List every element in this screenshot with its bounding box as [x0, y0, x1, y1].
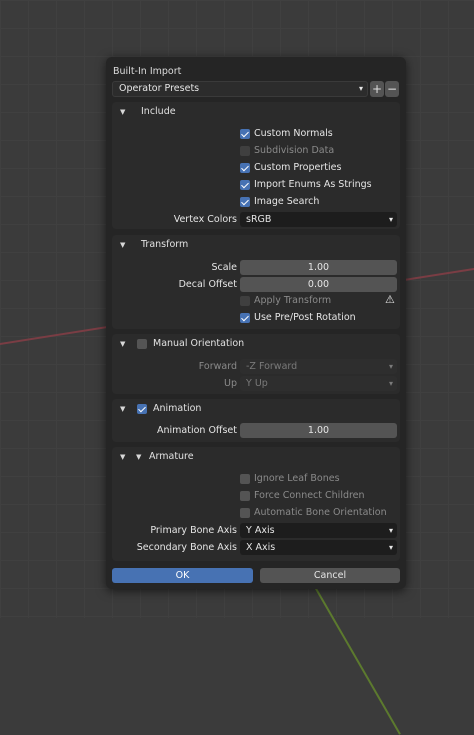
secondary-bone-axis-label: Secondary Bone Axis — [136, 542, 237, 553]
include-panel: ▼ Include Custom Normals Subdivision Dat… — [112, 102, 400, 229]
animation-panel-title: Animation — [153, 403, 202, 414]
custom-normals-label: Custom Normals — [254, 128, 333, 139]
operator-presets-row: Operator Presets ▾ + − — [112, 81, 400, 97]
checkbox-box — [240, 491, 250, 501]
chevron-down-icon: ▾ — [388, 543, 393, 552]
checkbox-box — [240, 296, 250, 306]
decal-offset-label: Decal Offset — [178, 279, 237, 290]
animation-panel-header[interactable]: ▼ Animation — [112, 399, 400, 419]
secondary-bone-axis-select[interactable]: X Axis ▾ — [240, 540, 397, 555]
transform-panel-header[interactable]: ▼ Transform — [112, 235, 400, 255]
operator-presets-label: Operator Presets — [119, 83, 200, 94]
cancel-button[interactable]: Cancel — [260, 568, 400, 583]
armature-expand-icon: ▼ — [136, 453, 142, 461]
manual-orientation-panel-title: Manual Orientation — [153, 338, 245, 349]
forward-label: Forward — [198, 361, 237, 372]
custom-properties-label: Custom Properties — [254, 162, 342, 173]
apply-transform-label: Apply Transform — [254, 295, 332, 306]
armature-panel: ▼ ▼ Armature Ignore Leaf Bones Force Con… — [112, 447, 400, 561]
force-connect-children-label: Force Connect Children — [254, 490, 365, 501]
forward-select[interactable]: -Z Forward ▾ — [240, 359, 397, 374]
chevron-down-icon: ▾ — [388, 379, 393, 388]
armature-panel-header[interactable]: ▼ ▼ Armature — [112, 447, 400, 467]
checkbox-box — [240, 508, 250, 518]
up-label: Up — [224, 378, 237, 389]
operator-presets-select[interactable]: Operator Presets ▾ — [112, 81, 368, 97]
automatic-bone-orientation-label: Automatic Bone Orientation — [254, 507, 387, 518]
remove-preset-button[interactable]: − — [385, 81, 399, 97]
import-enums-label: Import Enums As Strings — [254, 179, 372, 190]
animation-checkbox[interactable] — [137, 404, 147, 414]
manual-orientation-panel: ▼ Manual Orientation Forward -Z Forward … — [112, 334, 400, 394]
ignore-leaf-bones-label: Ignore Leaf Bones — [254, 473, 340, 484]
chevron-down-icon: ▾ — [388, 215, 393, 224]
use-pre-post-rotation-label: Use Pre/Post Rotation — [254, 312, 356, 323]
disclosure-triangle-icon: ▼ — [120, 241, 126, 249]
animation-offset-label: Animation Offset — [157, 425, 237, 436]
primary-bone-axis-label: Primary Bone Axis — [150, 525, 237, 536]
chevron-down-icon: ▾ — [388, 526, 393, 535]
checkbox-box — [240, 146, 250, 156]
dialog-title: Built-In Import — [113, 66, 182, 77]
transform-panel-title: Transform — [141, 239, 189, 250]
scale-field[interactable]: 1.00 — [240, 260, 397, 275]
add-preset-button[interactable]: + — [370, 81, 384, 97]
disclosure-triangle-icon: ▼ — [120, 340, 126, 348]
import-dialog: Built-In Import Operator Presets ▾ + − ▼… — [106, 57, 406, 589]
include-panel-header[interactable]: ▼ Include — [112, 102, 400, 122]
checkbox-box — [240, 163, 250, 173]
manual-orientation-panel-header[interactable]: ▼ Manual Orientation — [112, 334, 400, 354]
transform-panel: ▼ Transform Scale 1.00 Decal Offset 0.00… — [112, 235, 400, 329]
disclosure-triangle-icon: ▼ — [120, 108, 126, 116]
animation-offset-field[interactable]: 1.00 — [240, 423, 397, 438]
checkbox-box — [240, 313, 250, 323]
manual-orientation-checkbox[interactable] — [137, 339, 147, 349]
ok-button[interactable]: OK — [112, 568, 253, 583]
image-search-label: Image Search — [254, 196, 320, 207]
secondary-bone-axis-value: X Axis — [246, 542, 276, 553]
up-select[interactable]: Y Up ▾ — [240, 376, 397, 391]
primary-bone-axis-value: Y Axis — [246, 525, 275, 536]
up-value: Y Up — [246, 378, 268, 389]
disclosure-triangle-icon: ▼ — [120, 453, 126, 461]
chevron-down-icon: ▾ — [358, 84, 363, 93]
primary-bone-axis-select[interactable]: Y Axis ▾ — [240, 523, 397, 538]
include-panel-title: Include — [141, 106, 176, 117]
vertex-colors-select[interactable]: sRGB ▾ — [240, 212, 397, 227]
checkbox-box — [240, 129, 250, 139]
forward-value: -Z Forward — [246, 361, 298, 372]
chevron-down-icon: ▾ — [388, 362, 393, 371]
checkbox-box — [240, 474, 250, 484]
subdivision-data-label: Subdivision Data — [254, 145, 335, 156]
scale-label: Scale — [211, 262, 237, 273]
decal-offset-field[interactable]: 0.00 — [240, 277, 397, 292]
warning-icon: ⚠ — [385, 293, 395, 306]
checkbox-box — [240, 197, 250, 207]
animation-panel: ▼ Animation Animation Offset 1.00 — [112, 399, 400, 442]
disclosure-triangle-icon: ▼ — [120, 405, 126, 413]
vertex-colors-label: Vertex Colors — [173, 214, 237, 225]
armature-panel-title: Armature — [149, 451, 194, 462]
vertex-colors-value: sRGB — [246, 214, 272, 225]
checkbox-box — [240, 180, 250, 190]
